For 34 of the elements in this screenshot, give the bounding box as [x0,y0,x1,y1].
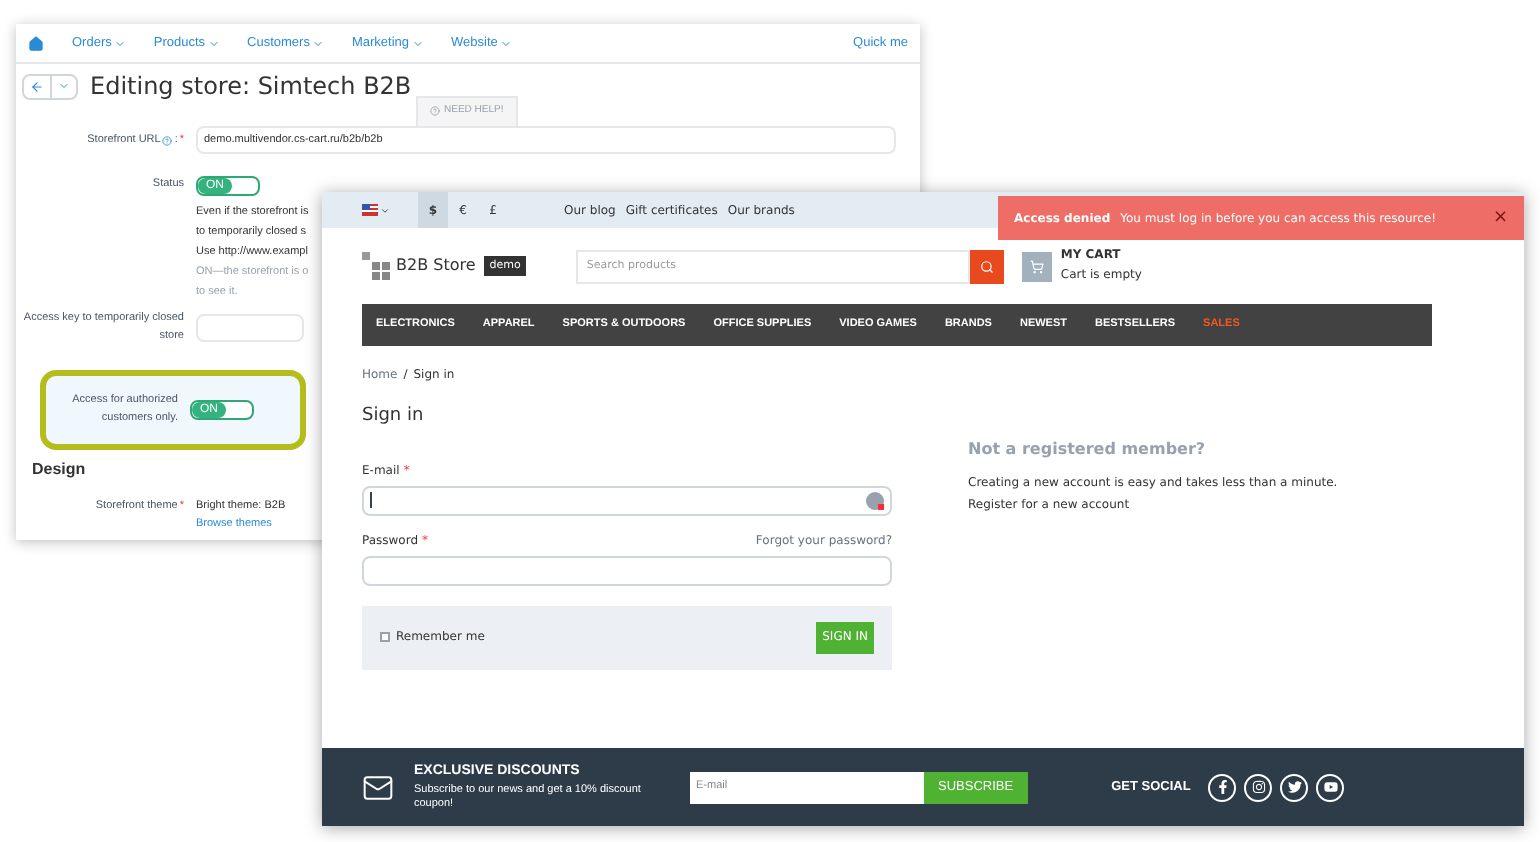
back-arrow-icon [30,79,44,93]
caret-icon [499,37,512,49]
caret-icon [411,37,424,49]
password-manager-icon[interactable] [866,491,884,509]
checkbox[interactable] [380,632,390,642]
caret-icon [311,37,324,49]
flag-icon [362,204,378,216]
twitter-icon[interactable] [1280,773,1309,801]
youtube-icon[interactable] [1316,773,1345,801]
search-button[interactable] [970,249,1005,283]
help-icon[interactable] [162,135,173,145]
caret-icon [380,205,390,215]
sign-in-heading: Sign in [362,404,426,430]
password-input-field[interactable] [362,555,892,585]
store-name: B2B Store [396,254,476,278]
search-icon [980,259,995,273]
caret-icon [58,80,70,92]
instagram-icon[interactable] [1244,773,1273,801]
close-button[interactable]: × [1492,209,1508,227]
caret-icon [113,37,126,49]
caret-icon [207,37,220,49]
language-selector[interactable] [362,204,390,216]
section-heading: Design [32,458,86,482]
page-title: Editing store: Simtech B2B [90,70,412,104]
logo-icon [362,252,390,280]
cart-icon [1030,259,1045,273]
email-input-field[interactable] [362,485,892,515]
access-key-input-field[interactable] [196,314,304,342]
facebook-icon[interactable] [1208,773,1237,801]
mail-icon [362,771,394,803]
cart-button[interactable] [1022,251,1053,281]
home-icon[interactable] [28,35,44,51]
register-heading: Not a registered member? [968,438,1208,460]
help-icon [430,106,440,117]
